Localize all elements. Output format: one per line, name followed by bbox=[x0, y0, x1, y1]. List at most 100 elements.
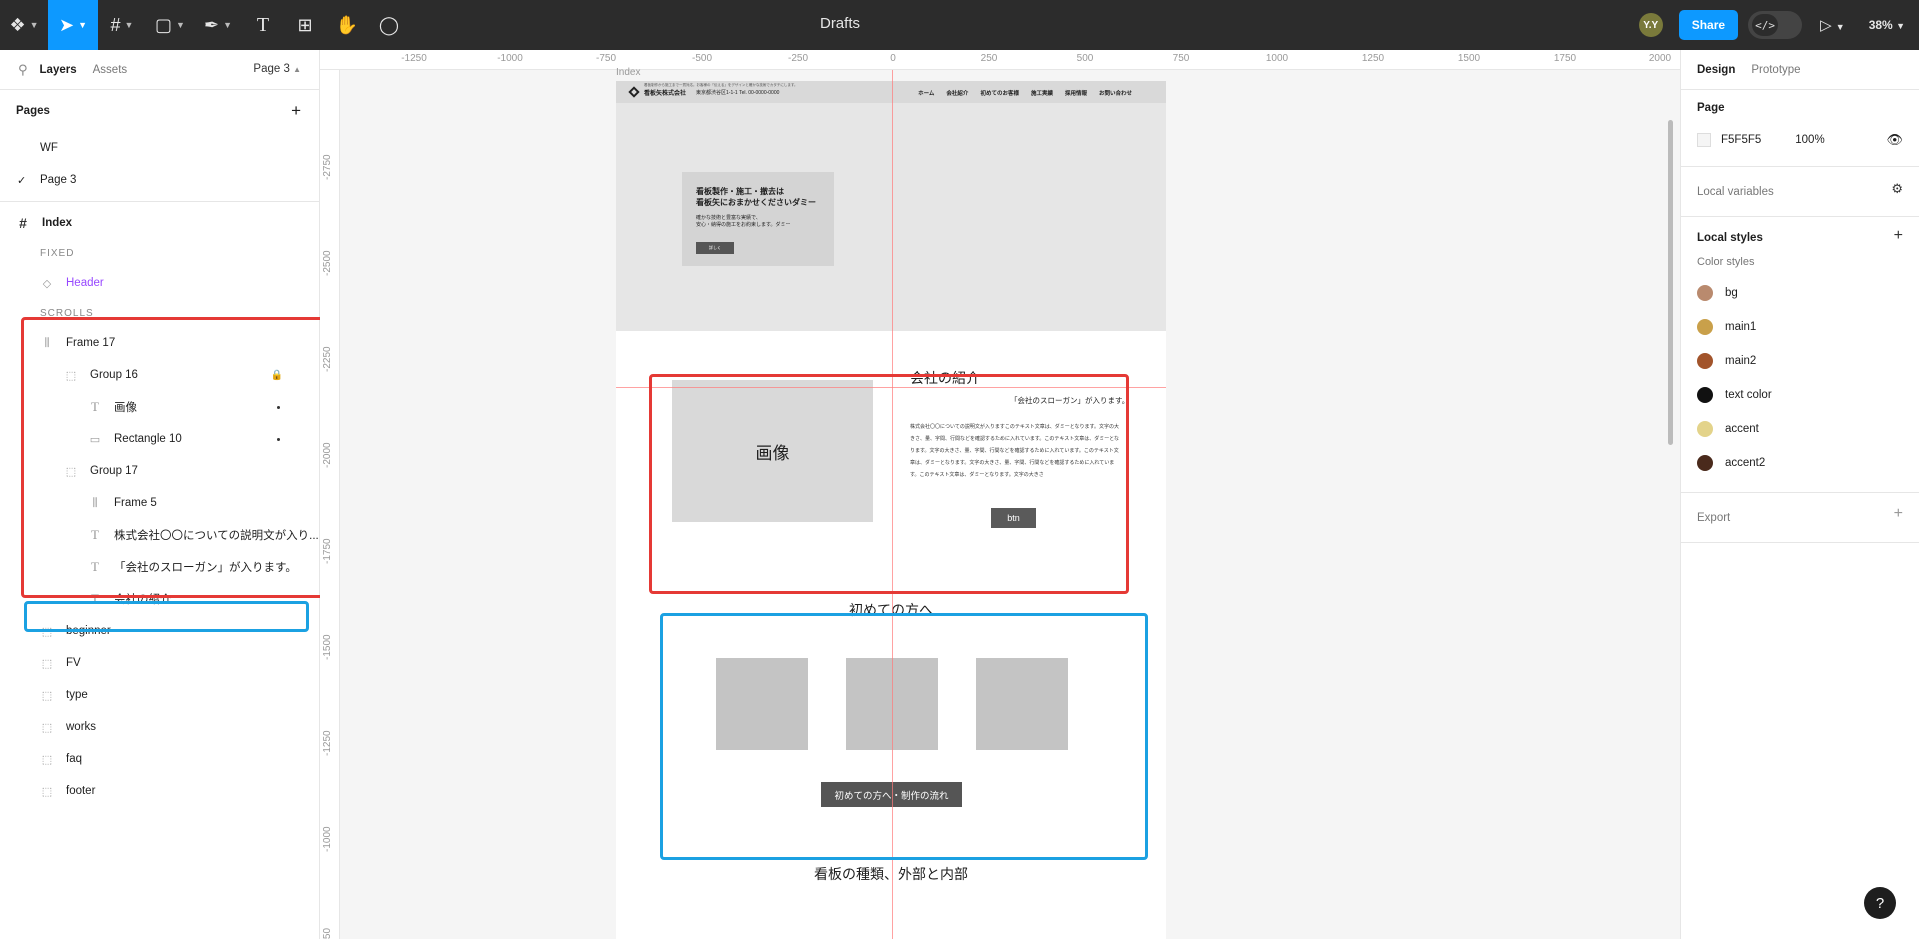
chevron-down-icon: ▼ bbox=[1835, 22, 1845, 32]
add-export-icon[interactable]: + bbox=[1894, 505, 1903, 523]
pages-header: Pages + bbox=[0, 90, 319, 132]
page-opacity-value[interactable]: 100% bbox=[1795, 134, 1824, 146]
layer-faq[interactable]: ⬚ faq bbox=[0, 743, 319, 775]
red-annotation-box bbox=[649, 374, 1129, 594]
hidden-dot-icon[interactable] bbox=[277, 437, 280, 441]
nav-item: ホーム bbox=[918, 91, 935, 97]
frame-icon: # bbox=[110, 14, 121, 35]
ruler-tick: -1000 bbox=[322, 826, 333, 852]
checkmark-icon: ✓ bbox=[17, 174, 27, 187]
hidden-dot-icon[interactable] bbox=[277, 405, 280, 409]
layer-fv[interactable]: ⬚ FV bbox=[0, 647, 319, 679]
help-button[interactable]: ? bbox=[1864, 887, 1896, 919]
layer-frame-17[interactable]: ⫼ Frame 17 bbox=[0, 327, 319, 359]
main-menu-button[interactable]: ❖ ▼ bbox=[0, 0, 48, 50]
color-style-item[interactable]: text color bbox=[1697, 378, 1903, 412]
group-icon: ⬚ bbox=[41, 753, 53, 766]
local-variables-section[interactable]: Local variables ⚙ bbox=[1681, 167, 1919, 217]
site-header[interactable]: 看板制作から施工まで一貫対応。お客様の「伝える」をデザインと確かな技術でカタチに… bbox=[616, 81, 1166, 103]
page-color-value[interactable]: F5F5F5 bbox=[1721, 134, 1761, 146]
color-style-item[interactable]: main2 bbox=[1697, 344, 1903, 378]
ruler-tick: 1000 bbox=[1265, 53, 1289, 64]
chevron-down-icon: ▼ bbox=[1896, 21, 1905, 31]
tab-prototype[interactable]: Prototype bbox=[1751, 64, 1800, 76]
page-item-page-3[interactable]: ✓ Page 3 bbox=[0, 164, 319, 196]
hero-text-line: 安心・納得の施工をお約束します。ダミー bbox=[696, 222, 791, 228]
export-section[interactable]: Export + bbox=[1681, 493, 1919, 543]
hero-text-line: 確かな技術と豊富な実績で、 bbox=[696, 215, 761, 221]
text-tool-button[interactable]: T bbox=[242, 0, 284, 50]
color-style-item[interactable]: bg bbox=[1697, 276, 1903, 310]
hero-text: 確かな技術と豊富な実績で、 安心・納得の施工をお約束します。ダミー bbox=[696, 215, 820, 229]
pages-heading: Pages bbox=[16, 105, 50, 117]
canvas[interactable]: -1250 -1000 -750 -500 -250 0 250 500 750… bbox=[320, 50, 1680, 939]
page-fill-row[interactable]: F5F5F5 100% 👁 bbox=[1697, 126, 1903, 154]
ruler-tick: 2000 bbox=[1648, 53, 1672, 64]
resources-button[interactable]: ⊞ bbox=[284, 0, 326, 50]
share-button[interactable]: Share bbox=[1678, 10, 1739, 40]
group-icon: ⬚ bbox=[65, 369, 77, 382]
auto-layout-icon: ⫼ bbox=[44, 336, 50, 349]
layer-frame-5[interactable]: ⫼ Frame 5 bbox=[0, 487, 319, 519]
header-note: 看板制作から施工まで一貫対応。お客様の「伝える」をデザインと確かな技術でカタチに… bbox=[644, 83, 798, 87]
color-swatch[interactable] bbox=[1697, 133, 1711, 147]
layer-slogan-text[interactable]: T 「会社のスローガン」が入ります。 bbox=[0, 551, 319, 583]
frame-tool-button[interactable]: # ▼ bbox=[98, 0, 146, 50]
color-style-name: accent bbox=[1725, 423, 1759, 435]
sliders-icon[interactable]: ⚙ bbox=[1891, 181, 1903, 197]
layer-description-text[interactable]: T 株式会社〇〇についての説明文が入り... bbox=[0, 519, 319, 551]
lock-icon[interactable]: 🔒 bbox=[271, 370, 283, 381]
group-icon: ⬚ bbox=[41, 657, 53, 670]
fv-section[interactable]: 看板制作から施工まで一貫対応。お客様の「伝える」をデザインと確かな技術でカタチに… bbox=[616, 81, 1166, 331]
color-dot bbox=[1697, 421, 1713, 437]
color-style-item[interactable]: accent2 bbox=[1697, 446, 1903, 480]
zoom-menu[interactable]: 38% ▼ bbox=[1869, 18, 1905, 32]
tab-assets[interactable]: Assets bbox=[93, 64, 128, 76]
add-style-icon[interactable]: + bbox=[1894, 227, 1903, 245]
present-button[interactable]: ▷ ▼ bbox=[1820, 16, 1845, 34]
dev-mode-toggle[interactable]: </> bbox=[1748, 11, 1803, 39]
toolbar-right: Y.Y Share </> ▷ ▼ 38% ▼ bbox=[1638, 0, 1919, 50]
color-style-item[interactable]: accent bbox=[1697, 412, 1903, 446]
avatar[interactable]: Y.Y bbox=[1638, 13, 1663, 37]
move-tool-button[interactable]: ➤ ▼ bbox=[48, 0, 98, 50]
layer-works[interactable]: ⬚ works bbox=[0, 711, 319, 743]
layer-beginner[interactable]: ⬚ beginner bbox=[0, 615, 319, 647]
layer-type[interactable]: ⬚ type bbox=[0, 679, 319, 711]
layer-label: Header bbox=[66, 277, 104, 289]
layer-rectangle-10[interactable]: ▭ Rectangle 10 bbox=[0, 423, 319, 455]
comment-tool-button[interactable]: ◯ bbox=[368, 0, 410, 50]
layer-footer[interactable]: ⬚ footer bbox=[0, 775, 319, 807]
shape-tool-button[interactable]: ▢ ▼ bbox=[146, 0, 194, 50]
search-icon[interactable]: ⚲ bbox=[18, 62, 28, 78]
frame-label[interactable]: Index bbox=[616, 67, 640, 78]
layer-group-16[interactable]: ⬚ Group 16 🔒 bbox=[0, 359, 319, 391]
auto-layout-icon: ⫼ bbox=[92, 496, 98, 509]
page-item-wf[interactable]: WF bbox=[0, 132, 319, 164]
color-style-item[interactable]: main1 bbox=[1697, 310, 1903, 344]
layer-header[interactable]: ◇ Header bbox=[0, 267, 319, 299]
eye-icon[interactable]: 👁 bbox=[1886, 132, 1903, 148]
tab-layers[interactable]: Layers bbox=[40, 64, 77, 76]
company-name: 看板矢株式会社 bbox=[644, 90, 687, 97]
hand-tool-button[interactable]: ✋ bbox=[326, 0, 368, 50]
text-icon: T bbox=[91, 591, 99, 606]
tab-design[interactable]: Design bbox=[1697, 64, 1735, 76]
ruler-tick: 0 bbox=[890, 53, 896, 64]
page-selector[interactable]: Page 3 ▲ bbox=[253, 63, 301, 75]
layer-group-17[interactable]: ⬚ Group 17 bbox=[0, 455, 319, 487]
code-icon: </> bbox=[1752, 14, 1779, 36]
layer-image-text[interactable]: T 画像 bbox=[0, 391, 319, 423]
file-title[interactable]: Drafts bbox=[790, 15, 890, 32]
layers-panel: ⚲ Layers Assets Page 3 ▲ Pages + WF ✓ Pag… bbox=[0, 50, 332, 939]
vertical-scrollbar[interactable] bbox=[1668, 120, 1673, 445]
color-style-name: main1 bbox=[1725, 321, 1757, 333]
pen-tool-button[interactable]: ✒ ▼ bbox=[194, 0, 242, 50]
ruler-tick: -250 bbox=[787, 53, 809, 64]
add-page-icon[interactable]: + bbox=[291, 101, 301, 121]
layer-index[interactable]: # Index bbox=[0, 207, 319, 239]
layer-about-title-text[interactable]: T 会社の紹介 bbox=[0, 583, 319, 615]
layer-label: Frame 17 bbox=[66, 337, 116, 349]
color-style-name: accent2 bbox=[1725, 457, 1766, 469]
nav-item: 施工実績 bbox=[1030, 91, 1053, 97]
